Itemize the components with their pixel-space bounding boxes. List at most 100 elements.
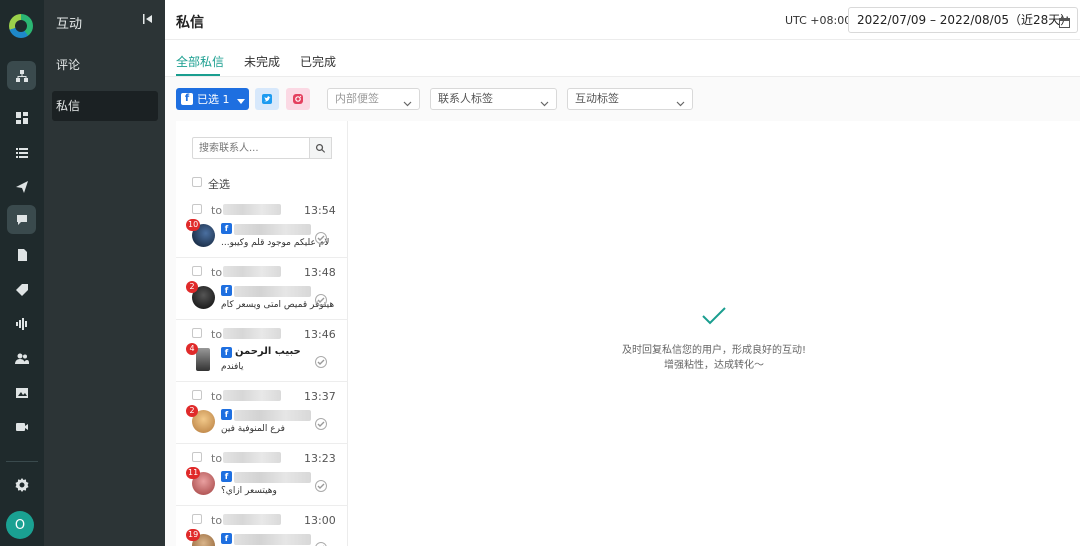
image-icon[interactable] [7,378,36,407]
sidebar-item-messages[interactable]: 私信 [52,91,158,121]
message-preview: ...لام عليكم موجود قلم وكيبو [221,238,330,248]
list-icon[interactable] [7,138,36,167]
twitter-filter-button[interactable] [255,88,279,110]
unread-badge: 2 [186,281,198,293]
send-icon[interactable] [7,172,36,201]
internal-note-placeholder: 内部便签 [335,92,379,105]
empty-state-line1: 及时回复私信您的用户，形成良好的互动! [621,345,806,356]
blurred-contact-name [234,224,311,235]
facebook-icon: f [221,285,232,296]
unread-badge: 11 [186,467,201,479]
mark-complete-icon[interactable] [315,480,327,492]
chevron-down-icon [236,95,245,104]
mark-complete-icon[interactable] [315,232,327,244]
date-range-value: 2022/07/09 – 2022/08/05（近28天） [857,13,1073,27]
list-item[interactable]: to 13:54 10 f ...لام عليكم موجود قلم وكي… [176,196,348,258]
list-item[interactable]: to 13:46 4 f حبيب الرحمن يافندم [176,320,348,382]
row-checkbox[interactable] [192,514,202,524]
select-all-label: 全选 [208,178,230,191]
list-item[interactable]: to 13:23 11 f وهيتسعر ازاي؟ [176,444,348,506]
contact-tag-label: 联系人标签 [438,92,493,105]
facebook-icon: f [181,93,193,105]
chevron-down-icon [676,95,685,107]
contact-tag-select[interactable]: 联系人标签 [430,88,557,110]
tab-bar: 全部私信 未完成 已完成 [165,40,1080,77]
chat-icon[interactable] [7,205,36,234]
conversation-list: 全选 to 13:54 10 f ...لام عليكم موجود قلم … [176,121,348,546]
recipient-prefix: to [211,514,223,527]
timezone-label: UTC +08:00 [785,14,852,27]
blurred-contact-name [234,534,311,545]
facebook-account-selector[interactable]: f 已选 1 [176,88,249,110]
list-item[interactable]: to 13:48 2 f هيتوفر قميص امتى ويسعر كام [176,258,348,320]
facebook-selected-label: 已选 1 [197,93,230,106]
blurred-recipient [223,452,281,463]
facebook-icon: f [221,223,232,234]
calendar-icon [1058,13,1071,28]
search-button[interactable] [310,137,332,159]
interaction-tag-label: 互动标签 [575,92,619,105]
mark-complete-icon[interactable] [315,294,327,306]
gear-icon[interactable] [7,470,36,499]
sidebar-title: 互动 [56,17,83,32]
audio-icon[interactable] [7,309,36,338]
users-icon[interactable] [7,343,36,372]
blurred-contact-name [234,472,311,483]
collapse-sidebar-icon[interactable] [142,13,156,27]
message-preview: فرع المنوفية فين [221,424,285,434]
row-checkbox[interactable] [192,328,202,338]
topbar: 私信 UTC +08:00 2022/07/09 – 2022/08/05（近2… [165,0,1080,40]
search-input[interactable] [192,137,310,159]
mark-complete-icon[interactable] [315,356,327,368]
recipient-prefix: to [211,328,223,341]
message-preview: وهيتسعر ازاي؟ [221,486,277,496]
row-checkbox[interactable] [192,390,202,400]
tab-incomplete[interactable]: 未完成 [244,53,280,70]
message-time: 13:54 [304,204,336,217]
user-avatar[interactable]: O [6,511,34,539]
recipient-prefix: to [211,452,223,465]
logo-icon[interactable] [9,14,33,38]
icon-rail: O [0,0,44,546]
message-time: 13:37 [304,390,336,403]
message-time: 13:23 [304,452,336,465]
facebook-icon: f [221,409,232,420]
blurred-contact-name [234,286,311,297]
tag-icon[interactable] [7,275,36,304]
rail-divider [6,461,38,462]
unread-badge: 2 [186,405,198,417]
recipient-prefix: to [211,204,223,217]
list-item[interactable]: to 13:37 2 f فرع المنوفية فين [176,382,348,444]
sidebar-item-comments[interactable]: 评论 [52,50,158,80]
document-icon[interactable] [7,240,36,269]
facebook-icon: f [221,347,232,358]
interaction-tag-select[interactable]: 互动标签 [567,88,693,110]
empty-state-line2: 增强粘性，达成转化～ [664,360,764,371]
dashboard-icon[interactable] [7,103,36,132]
list-item[interactable]: to 13:00 19 f [176,506,348,546]
select-all-checkbox[interactable] [192,177,202,187]
message-time: 13:48 [304,266,336,279]
facebook-icon: f [221,533,232,544]
page-title: 私信 [176,15,204,31]
instagram-filter-button[interactable] [286,88,310,110]
blurred-recipient [223,204,281,215]
internal-note-select[interactable]: 内部便签 [327,88,420,110]
row-checkbox[interactable] [192,266,202,276]
hierarchy-icon[interactable] [7,61,36,90]
message-preview: يافندم [221,362,244,372]
row-checkbox[interactable] [192,204,202,214]
tab-all-messages[interactable]: 全部私信 [176,53,224,70]
row-checkbox[interactable] [192,452,202,462]
date-range-picker[interactable]: 2022/07/09 – 2022/08/05（近28天） [848,7,1078,33]
facebook-icon: f [221,471,232,482]
mark-complete-icon[interactable] [315,542,327,546]
tab-completed[interactable]: 已完成 [300,53,336,70]
avatar [196,348,210,371]
blurred-recipient [223,328,281,339]
twitter-icon [262,94,272,104]
recipient-prefix: to [211,266,223,279]
video-icon[interactable] [7,412,36,441]
blurred-recipient [223,514,281,525]
mark-complete-icon[interactable] [315,418,327,430]
